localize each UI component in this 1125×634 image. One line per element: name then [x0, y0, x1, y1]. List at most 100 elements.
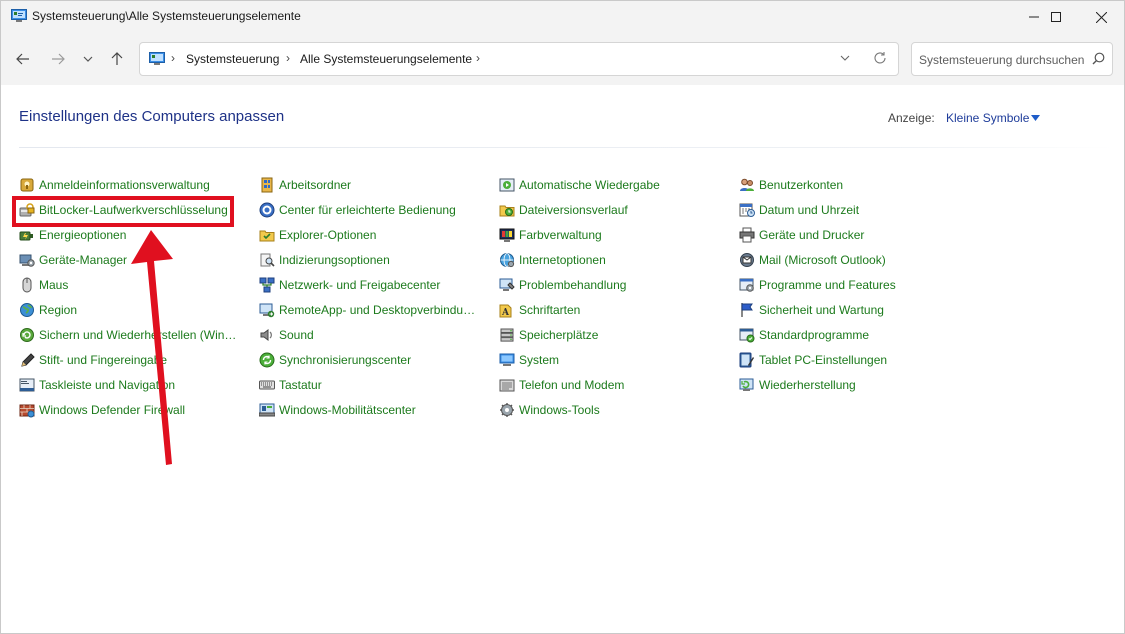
item-label: Energieoptionen: [39, 227, 127, 242]
control-panel-window: Systemsteuerung\Alle Systemsteuerungsele…: [0, 0, 1125, 634]
item-label: Tablet PC-Einstellungen: [759, 352, 888, 367]
item-wiederherstellung[interactable]: Wiederherstellung: [739, 372, 896, 397]
close-button[interactable]: [1078, 1, 1124, 33]
item-farbverwaltung[interactable]: Farbverwaltung: [499, 222, 660, 247]
sound-icon: [260, 328, 272, 341]
item-anmeldeinformationsverwaltung[interactable]: Anmeldeinformationsverwaltung: [19, 172, 240, 197]
item-energieoptionen[interactable]: Energieoptionen: [19, 222, 240, 247]
item-region[interactable]: Region: [19, 297, 240, 322]
fonts-icon: A: [499, 304, 512, 318]
up-button[interactable]: [104, 47, 130, 71]
remoteapp-icon: [259, 303, 275, 317]
control-panel-icon: [11, 9, 27, 22]
navigation-bar: › Systemsteuerung › Alle Systemsteuerung…: [1, 33, 1124, 85]
item-mail-outlook[interactable]: Mail (Microsoft Outlook): [739, 247, 896, 272]
item-programme-features[interactable]: Programme und Features: [739, 272, 896, 297]
item-tablet-pc-einstellungen[interactable]: Tablet PC-Einstellungen: [739, 347, 896, 372]
backup-icon: [20, 327, 34, 342]
item-remoteapp-desktopverbindungen[interactable]: RemoteApp- und Desktopverbindungen: [259, 297, 480, 322]
item-windows-defender-firewall[interactable]: Windows Defender Firewall: [19, 397, 240, 422]
breadcrumb-separator-icon[interactable]: ›: [286, 51, 290, 65]
item-taskleiste-navigation[interactable]: Taskleiste und Navigation: [19, 372, 240, 397]
item-tastatur[interactable]: Tastatur: [259, 372, 480, 397]
item-schriftarten[interactable]: A Schriftarten: [499, 297, 660, 322]
firewall-icon: [19, 404, 35, 417]
back-button[interactable]: [10, 47, 36, 71]
item-bitlocker[interactable]: BitLocker-Laufwerkverschlüsselung: [19, 197, 240, 222]
item-speicherplaetze[interactable]: Speicherplätze: [499, 322, 660, 347]
device-manager-icon: [19, 254, 35, 267]
breadcrumb-separator-icon[interactable]: ›: [476, 51, 480, 65]
mail-icon: [740, 252, 754, 267]
security-maintenance-icon: [741, 302, 753, 317]
item-label: Dateiversionsverlauf: [519, 202, 628, 217]
svg-text:A: A: [501, 308, 510, 318]
items-column-2: Arbeitsordner Center für erleichterte Be…: [259, 172, 480, 422]
item-sound[interactable]: Sound: [259, 322, 480, 347]
item-label: Tastatur: [279, 377, 322, 392]
window-title: Systemsteuerung\Alle Systemsteuerungsele…: [32, 9, 301, 23]
address-bar[interactable]: › Systemsteuerung › Alle Systemsteuerung…: [139, 42, 899, 76]
item-system[interactable]: System: [499, 347, 660, 372]
item-label: Telefon und Modem: [519, 377, 625, 392]
item-windows-mobilitaetscenter[interactable]: Windows-Mobilitätscenter: [259, 397, 480, 422]
caret-down-icon[interactable]: [1031, 115, 1040, 121]
breadcrumb-alle-elemente[interactable]: Alle Systemsteuerungselemente: [300, 52, 472, 66]
items-column-1: Anmeldeinformationsverwaltung BitLocker-…: [19, 172, 240, 422]
item-label: Arbeitsordner: [279, 177, 352, 192]
item-automatische-wiedergabe[interactable]: Automatische Wiedergabe: [499, 172, 660, 197]
mobility-icon: [259, 403, 275, 416]
view-mode-dropdown[interactable]: Kleine Symbole: [946, 111, 1029, 125]
item-sicherheit-wartung[interactable]: Sicherheit und Wartung: [739, 297, 896, 322]
item-dateiversionsverlauf[interactable]: Dateiversionsverlauf: [499, 197, 660, 222]
item-label: Benutzerkonten: [759, 177, 844, 192]
item-label: Geräte und Drucker: [759, 227, 865, 242]
item-datum-uhrzeit[interactable]: Datum und Uhrzeit: [739, 197, 896, 222]
item-telefon-modem[interactable]: Telefon und Modem: [499, 372, 660, 397]
search-input[interactable]: [919, 51, 1089, 68]
item-label: Explorer-Optionen: [279, 227, 377, 242]
item-problembehandlung[interactable]: Problembehandlung: [499, 272, 660, 297]
item-label: Region: [39, 302, 78, 317]
item-label: BitLocker-Laufwerkverschlüsselung: [39, 202, 228, 217]
item-benutzerkonten[interactable]: Benutzerkonten: [739, 172, 896, 197]
item-center-erleichterte-bedienung[interactable]: Center für erleichterte Bedienung: [259, 197, 480, 222]
item-label: Netzwerk- und Freigabecenter: [279, 277, 441, 292]
maximize-icon: [1051, 12, 1061, 22]
chevron-down-icon[interactable]: [840, 53, 850, 63]
item-synchronisierungscenter[interactable]: Synchronisierungscenter: [259, 347, 480, 372]
breadcrumb-separator-icon[interactable]: ›: [171, 51, 175, 65]
items-column-4: Benutzerkonten Datum und Uhrzeit Geräte …: [739, 172, 896, 397]
item-label: System: [519, 352, 560, 367]
close-icon: [1095, 11, 1107, 23]
item-standardprogramme[interactable]: Standardprogramme: [739, 322, 896, 347]
item-arbeitsordner[interactable]: Arbeitsordner: [259, 172, 480, 197]
item-label: Maus: [39, 277, 69, 292]
title-bar: Systemsteuerung\Alle Systemsteuerungsele…: [1, 1, 1124, 33]
forward-button[interactable]: [45, 47, 71, 71]
item-internetoptionen[interactable]: Internetoptionen: [499, 247, 660, 272]
item-geraete-drucker[interactable]: Geräte und Drucker: [739, 222, 896, 247]
recent-locations-button[interactable]: [75, 47, 101, 71]
item-stift-fingereingabe[interactable]: Stift- und Fingereingabe: [19, 347, 240, 372]
search-box[interactable]: [911, 42, 1113, 76]
default-programs-icon: [739, 328, 755, 342]
date-time-icon: [739, 203, 755, 217]
breadcrumb-systemsteuerung[interactable]: Systemsteuerung: [186, 52, 279, 66]
item-label: Taskleiste und Navigation: [39, 377, 176, 392]
item-indizierungsoptionen[interactable]: Indizierungsoptionen: [259, 247, 480, 272]
item-sichern-wiederherstellen[interactable]: Sichern und Wiederherstellen (Windows 7): [19, 322, 240, 347]
item-explorer-optionen[interactable]: Explorer-Optionen: [259, 222, 480, 247]
power-icon: [19, 231, 33, 240]
item-maus[interactable]: Maus: [19, 272, 240, 297]
maximize-button[interactable]: [1033, 1, 1079, 33]
item-label: Sichern und Wiederherstellen (Windows 7): [39, 327, 240, 342]
header-divider: [19, 147, 1113, 148]
item-geraete-manager[interactable]: Geräte-Manager: [19, 247, 240, 272]
search-icon[interactable]: [1092, 52, 1105, 65]
item-windows-tools[interactable]: Windows-Tools: [499, 397, 660, 422]
refresh-icon[interactable]: [873, 51, 887, 65]
item-label: Anmeldeinformationsverwaltung: [39, 177, 210, 192]
item-netzwerk-freigabecenter[interactable]: Netzwerk- und Freigabecenter: [259, 272, 480, 297]
recovery-icon: [739, 378, 754, 391]
